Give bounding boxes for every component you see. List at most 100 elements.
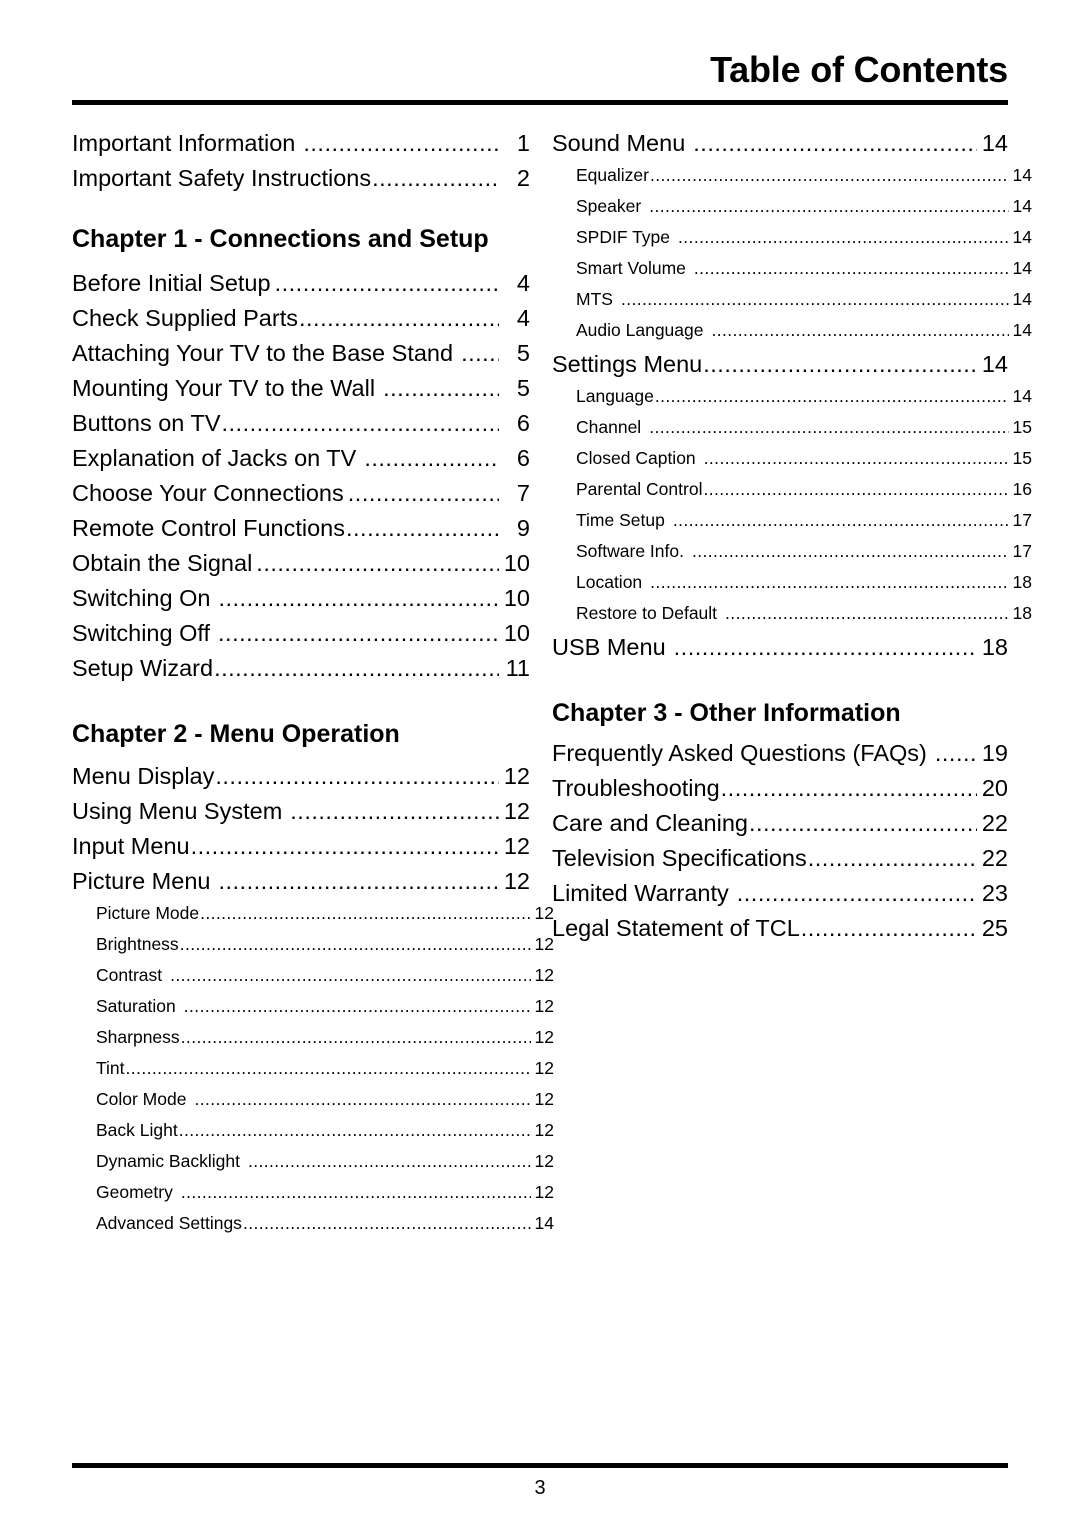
toc-entry-label: Frequently Asked Questions (FAQs) xyxy=(552,740,927,766)
toc-entry-page-number: 23 xyxy=(981,880,1008,906)
dot-leader: ........................................… xyxy=(178,1122,531,1140)
toc-entry[interactable]: Legal Statement of TCL..................… xyxy=(552,915,1008,952)
toc-entry[interactable]: Before Initial Setup....................… xyxy=(72,270,530,307)
toc-entry[interactable]: Audio Language..........................… xyxy=(552,321,1032,353)
toc-entry[interactable]: Television Specifications...............… xyxy=(552,845,1008,882)
toc-entry[interactable]: Switching Off...........................… xyxy=(72,621,530,657)
toc-entry[interactable]: Color Mode..............................… xyxy=(72,1090,554,1122)
toc-entry-label: Smart Volume xyxy=(576,258,686,278)
toc-entry-page-number: 20 xyxy=(981,775,1008,801)
toc-entry[interactable]: Parental Control........................… xyxy=(552,480,1032,512)
toc-entry-label: Television Specifications xyxy=(552,845,807,871)
toc-entry-label: Care and Cleaning xyxy=(552,810,748,836)
toc-entry[interactable]: Geometry................................… xyxy=(72,1182,554,1215)
toc-entry[interactable]: Limited Warranty........................… xyxy=(552,880,1008,917)
toc-entry[interactable]: Settings Menu...........................… xyxy=(552,352,1008,388)
toc-entry-page-number: 5 xyxy=(516,375,530,401)
toc-entry[interactable]: MTS.....................................… xyxy=(552,290,1032,322)
toc-entry[interactable]: Language................................… xyxy=(552,386,1032,419)
dot-leader: ........................................… xyxy=(654,388,1009,406)
toc-entry-label: Mounting Your TV to the Wall xyxy=(72,375,376,401)
dot-leader: ........................................… xyxy=(214,657,499,681)
toc-entry[interactable]: Dynamic Backlight.......................… xyxy=(72,1152,554,1184)
toc-entry[interactable]: USB Menu................................… xyxy=(552,635,1008,671)
page-title: Table of Contents xyxy=(710,49,1008,90)
toc-entry-page-number: 15 xyxy=(1012,448,1032,468)
toc-entry[interactable]: Advanced Settings.......................… xyxy=(72,1214,554,1246)
toc-entry[interactable]: Choose Your Connections.................… xyxy=(72,481,530,517)
toc-entry[interactable]: Switching On............................… xyxy=(72,585,530,622)
toc-entry[interactable]: Speaker.................................… xyxy=(552,197,1032,229)
toc-entry[interactable]: Frequently Asked Questions (FAQs).......… xyxy=(552,740,1008,777)
toc-entry[interactable]: Picture Mode............................… xyxy=(72,903,554,936)
toc-entry[interactable]: Time Setup..............................… xyxy=(552,511,1032,543)
toc-entry[interactable]: Channel.................................… xyxy=(552,418,1032,450)
toc-entry[interactable]: Smart Volume............................… xyxy=(552,258,1032,291)
dot-leader: ........................................… xyxy=(194,1091,531,1109)
dot-leader: ........................................… xyxy=(703,450,1009,468)
toc-entry[interactable]: Menu Display............................… xyxy=(72,764,530,800)
toc-entry-page-number: 12 xyxy=(503,833,530,859)
toc-entry-page-number: 12 xyxy=(534,996,554,1016)
toc-entry-label: Geometry xyxy=(96,1182,173,1202)
toc-entry[interactable]: Important Safety Instructions...........… xyxy=(72,165,530,202)
toc-entry[interactable]: Input Menu..............................… xyxy=(72,833,530,870)
toc-entry-page-number: 14 xyxy=(1012,258,1032,278)
toc-entry[interactable]: Brightness..............................… xyxy=(72,935,554,967)
header-divider xyxy=(72,100,1008,105)
toc-entry[interactable]: SPDIF Type..............................… xyxy=(552,227,1032,260)
toc-entry[interactable]: Location................................… xyxy=(552,573,1032,605)
toc-entry[interactable]: Check Supplied Parts....................… xyxy=(72,306,530,342)
toc-entry[interactable]: Mounting Your TV to the Wall............… xyxy=(72,375,530,412)
toc-entry[interactable]: Using Menu System.......................… xyxy=(72,798,530,835)
toc-entry[interactable]: Buttons on TV...........................… xyxy=(72,410,530,447)
usb-menu-entry: USB Menu................................… xyxy=(552,635,1008,671)
toc-entry[interactable]: Software Info...........................… xyxy=(552,542,1032,574)
dot-leader: ........................................… xyxy=(934,742,977,766)
toc-entry[interactable]: Remote Control Functions................… xyxy=(72,515,530,552)
dot-leader: ........................................… xyxy=(242,1215,531,1233)
toc-entry-page-number: 14 xyxy=(1012,227,1032,247)
toc-entry-page-number: 12 xyxy=(503,798,530,824)
toc-entry-page-number: 12 xyxy=(534,1182,554,1202)
toc-entry-page-number: 6 xyxy=(516,410,530,436)
toc-entry-page-number: 22 xyxy=(981,845,1008,871)
toc-entry[interactable]: Back Light..............................… xyxy=(72,1121,554,1153)
toc-entry-label: Before Initial Setup xyxy=(72,270,271,296)
toc-entry-label: Switching On xyxy=(72,585,211,611)
dot-leader: ........................................… xyxy=(303,132,499,156)
toc-entry[interactable]: Explanation of Jacks on TV..............… xyxy=(72,445,530,482)
toc-entry[interactable]: Tint....................................… xyxy=(72,1059,554,1091)
toc-entry[interactable]: Obtain the Signal.......................… xyxy=(72,551,530,587)
toc-entry-label: Remote Control Functions xyxy=(72,515,345,541)
toc-entry[interactable]: Restore to Default......................… xyxy=(552,604,1032,636)
toc-entry[interactable]: Picture Menu............................… xyxy=(72,868,530,905)
toc-entry[interactable]: Closed Caption..........................… xyxy=(552,448,1032,481)
toc-entry[interactable]: Equalizer...............................… xyxy=(552,166,1032,198)
dot-leader: ........................................… xyxy=(461,342,499,366)
settings-menu-entry: Settings Menu...........................… xyxy=(552,352,1008,388)
dot-leader: ........................................… xyxy=(180,1029,531,1047)
toc-entry-label: Language xyxy=(576,386,654,406)
toc-entry[interactable]: Setup Wizard............................… xyxy=(72,656,530,692)
toc-entry-page-number: 14 xyxy=(1012,386,1032,406)
dot-leader: ........................................… xyxy=(693,260,1009,278)
toc-entry[interactable]: Sound Menu..............................… xyxy=(552,131,1008,167)
toc-entry-label: Picture Menu xyxy=(72,868,211,894)
dot-leader: ........................................… xyxy=(256,552,499,576)
toc-entry[interactable]: Important Information...................… xyxy=(72,130,530,167)
toc-column-right: Sound Menu..............................… xyxy=(552,131,1032,952)
toc-entry[interactable]: Attaching Your TV to the Base Stand.....… xyxy=(72,341,530,377)
sound-menu-subentries: Equalizer...............................… xyxy=(552,166,1032,353)
toc-entry[interactable]: Sharpness...............................… xyxy=(72,1028,554,1060)
toc-entry-label: Important Safety Instructions xyxy=(72,165,372,191)
toc-entry-page-number: 1 xyxy=(516,130,530,156)
toc-entry-label: Legal Statement of TCL xyxy=(552,915,800,941)
toc-entry[interactable]: Saturation..............................… xyxy=(72,996,554,1029)
toc-entry[interactable]: Care and Cleaning.......................… xyxy=(552,810,1008,847)
toc-entry[interactable]: Contrast................................… xyxy=(72,966,554,998)
toc-entry[interactable]: Troubleshooting.........................… xyxy=(552,775,1008,812)
dot-leader: ........................................… xyxy=(649,419,1009,437)
toc-entry-page-number: 12 xyxy=(534,903,554,923)
toc-entry-label: Explanation of Jacks on TV xyxy=(72,445,357,471)
